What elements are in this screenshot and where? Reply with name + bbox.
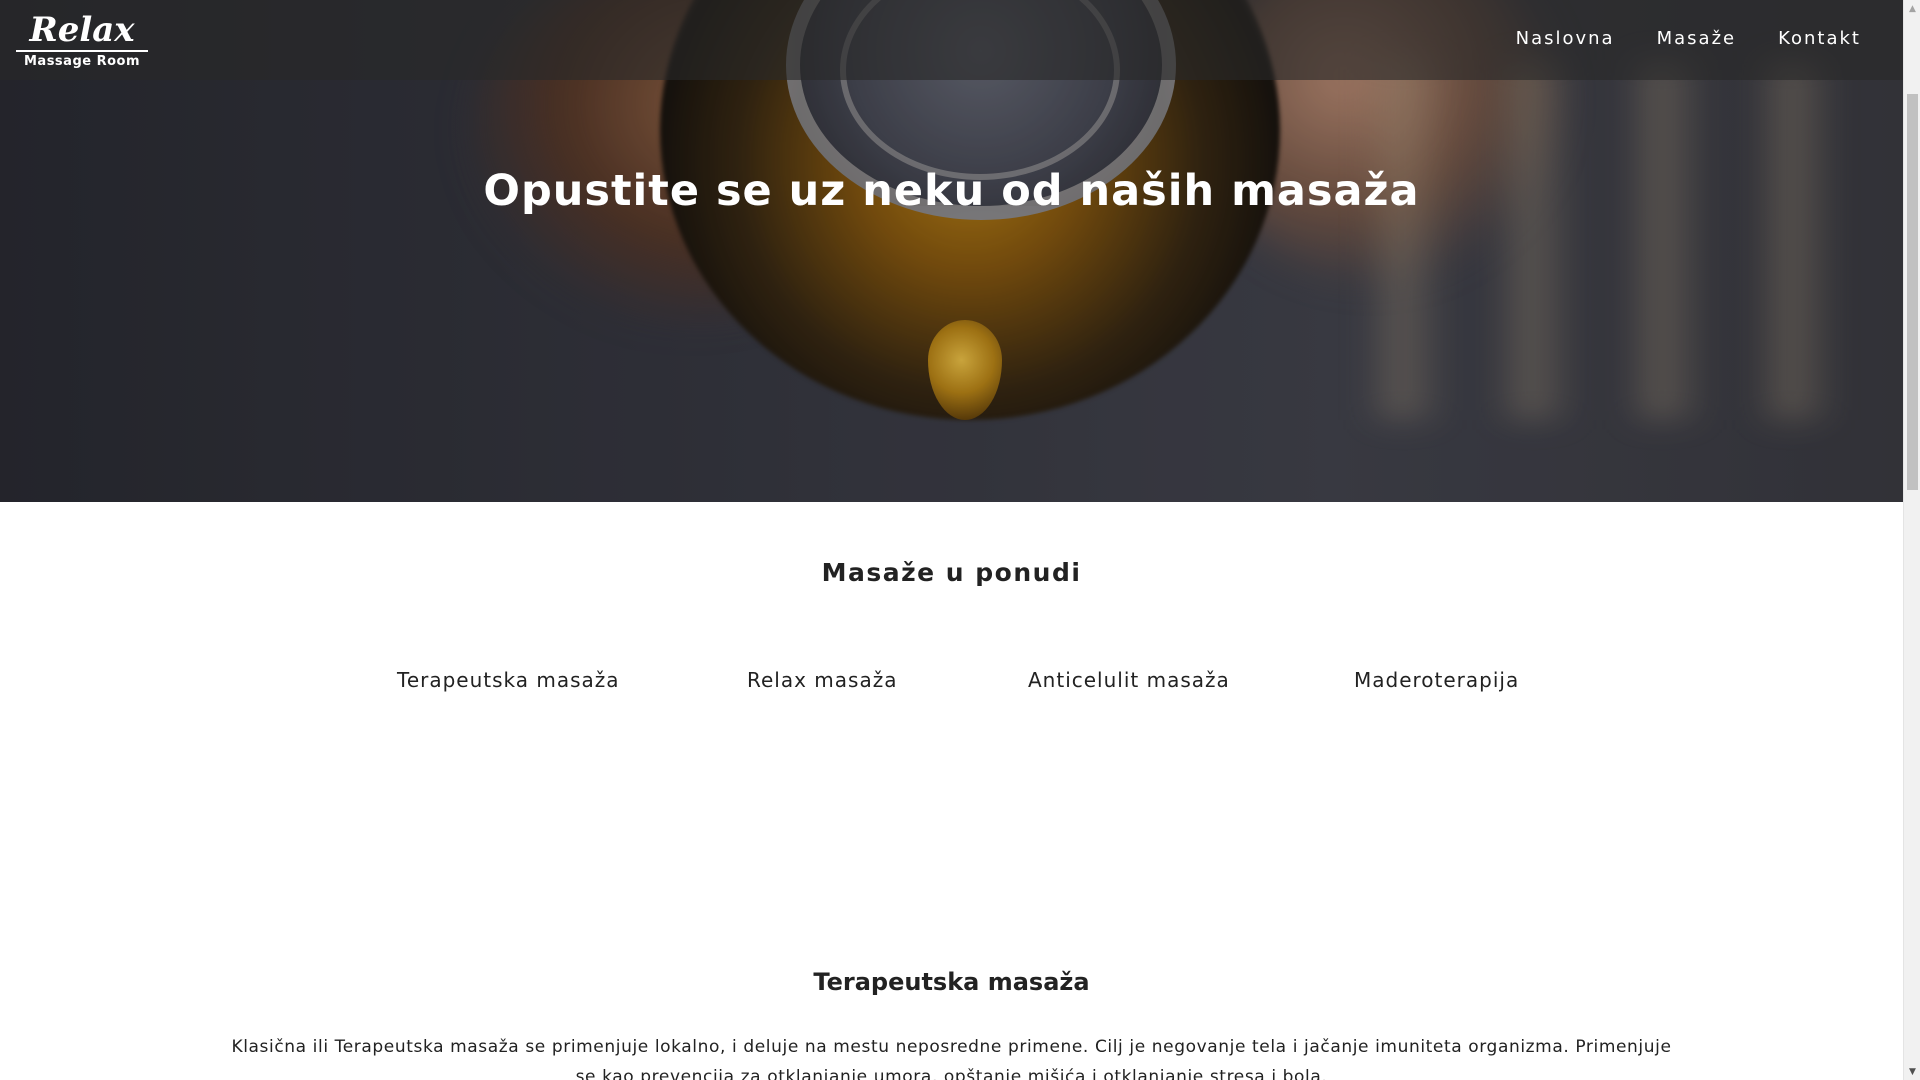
logo-sub-text: Massage Room [23, 54, 141, 69]
nav-link-kontakt[interactable]: Kontakt [1778, 28, 1861, 49]
tab-anticelulit-masaza[interactable]: Anticelulit masaža [1028, 668, 1230, 692]
massage-tabs: Terapeutska masaža Relax masaža Anticelu… [0, 668, 1903, 698]
detail-description: Klasična ili Terapeutska masaža se prime… [231, 1037, 1672, 1080]
scrollbar-thumb[interactable] [1907, 94, 1918, 490]
detail-title: Terapeutska masaža [813, 968, 1090, 996]
page-scrollbar[interactable]: ▲ ▼ [1903, 0, 1920, 1080]
page-viewport: Opustite se uz neku od naših masaža Rela… [0, 0, 1903, 1080]
triangle-up-icon: ▲ [1909, 3, 1916, 14]
nav-link-naslovna[interactable]: Naslovna [1516, 28, 1615, 49]
logo-main-text: Relax [29, 10, 135, 50]
tab-relax-masaza[interactable]: Relax masaža [747, 668, 897, 692]
triangle-down-icon: ▼ [1909, 1066, 1916, 1077]
logo-divider [16, 50, 148, 52]
nav-links: Naslovna Masaže Kontakt [1516, 28, 1861, 49]
site-logo[interactable]: Relax Massage Room [14, 12, 150, 70]
scroll-up-button[interactable]: ▲ [1904, 0, 1920, 17]
hero-title: Opustite se uz neku od naših masaža [483, 166, 1420, 216]
scroll-down-button[interactable]: ▼ [1904, 1063, 1920, 1080]
offer-section-title: Masaže u ponudi [821, 558, 1082, 587]
tab-maderoterapija[interactable]: Maderoterapija [1354, 668, 1519, 692]
tab-terapeutska-masaza[interactable]: Terapeutska masaža [397, 668, 620, 692]
nav-link-masaze[interactable]: Masaže [1657, 28, 1737, 49]
top-navbar: Relax Massage Room Naslovna Masaže Konta… [0, 0, 1903, 80]
